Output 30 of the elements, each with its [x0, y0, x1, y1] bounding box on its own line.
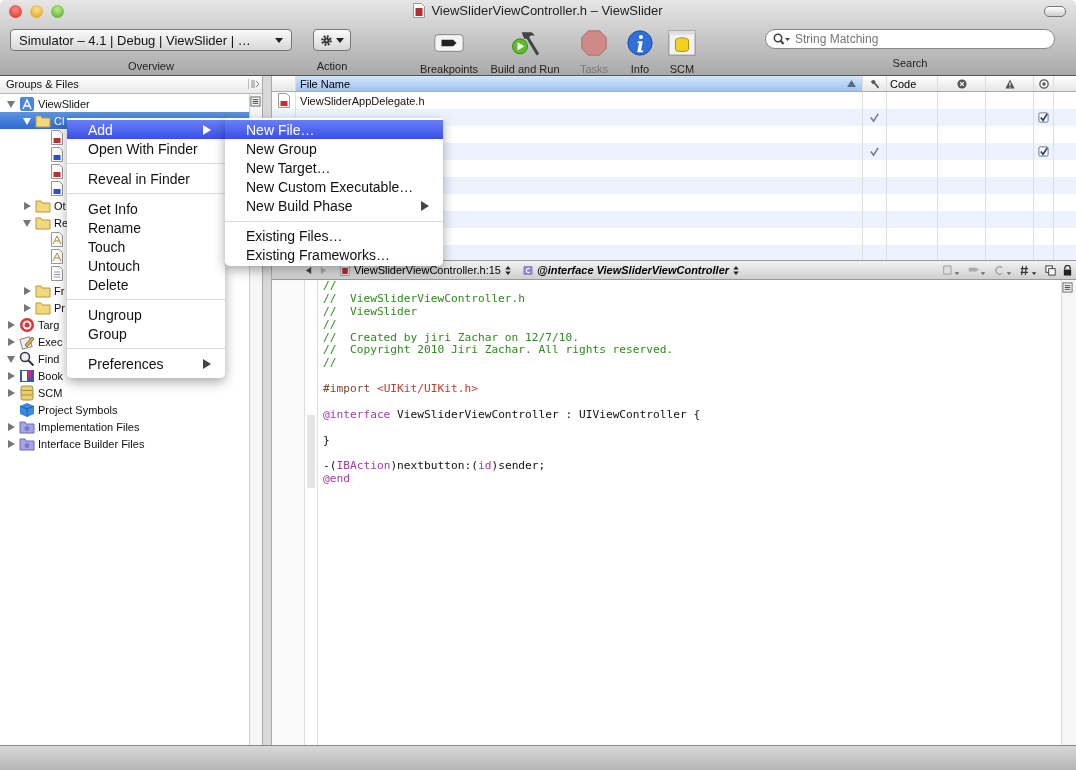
- tree-item-label: Interface Builder Files: [38, 437, 145, 450]
- code-line: }: [323, 434, 331, 448]
- code-line: @interface ViewSliderViewController : UIViewController {: [323, 408, 702, 422]
- toolbar-label: Overview: [128, 60, 174, 72]
- code-line: // Created by jiri Zachar on 12/7/10.: [323, 331, 580, 345]
- code-line: // Copyright 2010 Jiri Zachar. All rights reserved.: [323, 344, 675, 358]
- tree-item-label: Project Symbols: [38, 403, 118, 416]
- code-line: //: [323, 280, 338, 293]
- tree-item-label: Fr: [54, 284, 65, 297]
- tree-item-label: SCM: [38, 386, 63, 399]
- tree-item-label: Re: [54, 216, 69, 229]
- tree-item-label: Implementation Files: [38, 420, 140, 433]
- tree-item-label: ViewSlider: [38, 97, 90, 110]
- tree-item-label: Cl: [54, 114, 65, 127]
- tree-item-label: Targ: [38, 318, 60, 331]
- code-line: -(IBAction)nextbutton:(id)sender;: [323, 460, 547, 474]
- code-line: // ViewSlider: [323, 305, 419, 319]
- tree-item-label: Ot: [54, 199, 66, 212]
- code-line: // ViewSliderViewController.h: [323, 292, 527, 306]
- tree-item-label: Find: [38, 352, 60, 365]
- code-line: //: [323, 318, 338, 332]
- toolbar-label: Action: [316, 60, 348, 72]
- code-line: #import <UIKit/UIKit.h>: [323, 383, 479, 396]
- tree-item-label: Pr: [54, 301, 65, 314]
- toolbar-label: Search: [892, 57, 928, 69]
- tree-item-label: Book: [38, 369, 64, 382]
- window-title: ViewSliderViewController.h – ViewSlider: [431, 3, 663, 18]
- code-line: //: [323, 357, 338, 371]
- code-line: @end: [323, 473, 351, 487]
- tree-item-label: Exec: [38, 335, 63, 348]
